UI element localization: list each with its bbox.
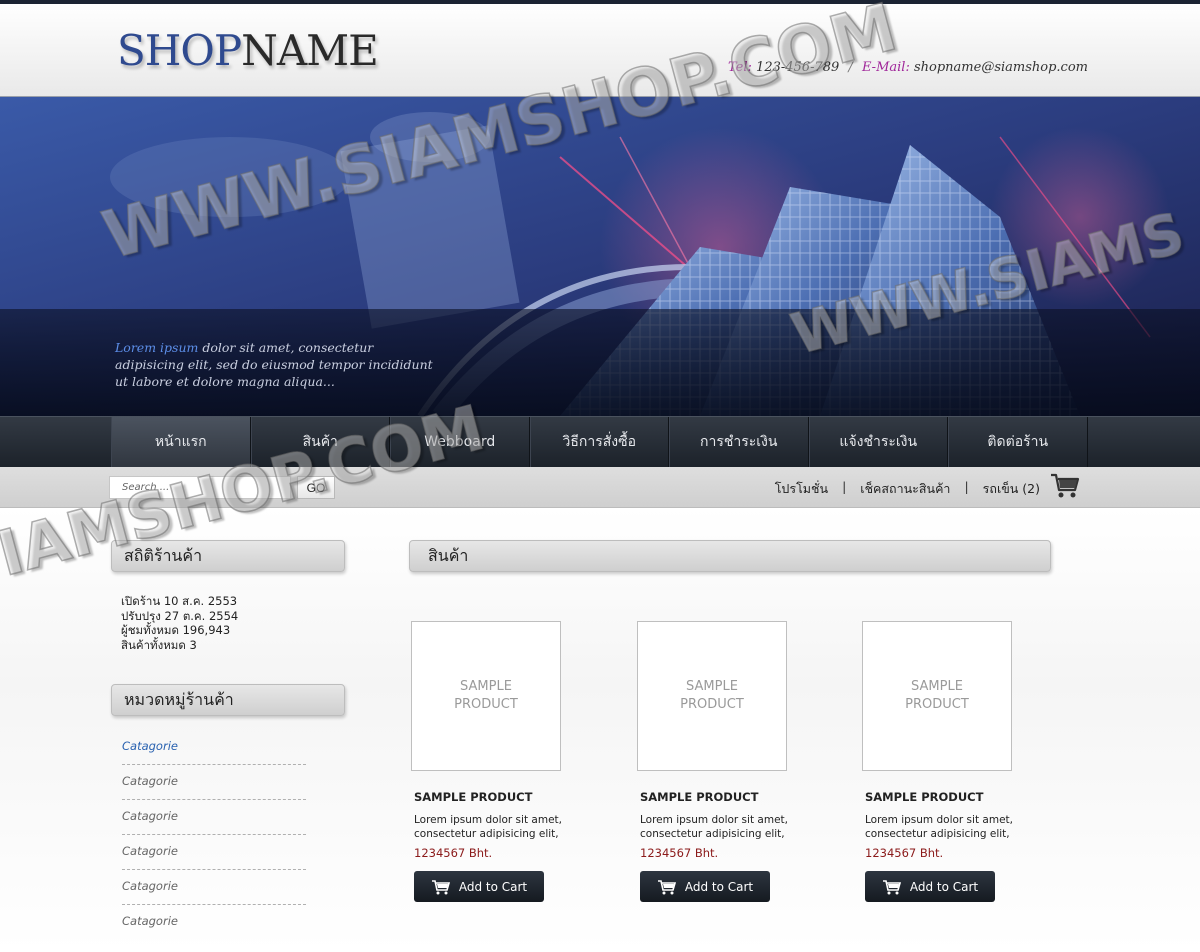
add-to-cart-label: Add to Cart — [684, 879, 754, 894]
category-list: Catagorie Catagorie Catagorie Catagorie … — [122, 730, 306, 940]
stat-products: สินค้าทั้งหมด 3 — [121, 637, 197, 652]
logo-shop-text: SHOP — [117, 26, 242, 75]
stat-updated: ปรับปรุง 27 ต.ค. 2554 — [121, 608, 239, 623]
stat-visitors: ผู้ชมทั้งหมด 196,943 — [121, 623, 231, 637]
shop-logo[interactable]: SHOPNAME — [117, 26, 379, 75]
product-thumbnail[interactable]: SAMPLE PRODUCT — [862, 621, 1012, 771]
categories-title: หมวดหมู่ร้านค้า — [111, 684, 345, 716]
thumb-text-line2: PRODUCT — [680, 697, 744, 712]
cart-link[interactable]: รถเข็น (2) — [983, 479, 1040, 499]
nav-item-payment-notify[interactable]: แจ้งชำระเงิน — [808, 417, 948, 467]
product-price: 1234567 Bht. — [640, 846, 719, 860]
banner-caption: Lorem ipsum dolor sit amet, consectetur … — [115, 339, 445, 390]
category-item[interactable]: Catagorie — [122, 730, 306, 765]
products-title: สินค้า — [409, 540, 1051, 572]
toolbar-separator: | — [964, 479, 969, 494]
stats-title: สถิติร้านค้า — [111, 540, 345, 572]
product-description: Lorem ipsum dolor sit amet, consectetur … — [414, 814, 562, 840]
category-item[interactable]: Catagorie — [122, 905, 306, 940]
category-item[interactable]: Catagorie — [122, 765, 306, 800]
product-description: Lorem ipsum dolor sit amet, consectetur … — [640, 814, 788, 840]
shop-stats: เปิดร้าน 10 ส.ค. 2553 ปรับปรุง 27 ต.ค. 2… — [121, 594, 238, 652]
product-name[interactable]: SAMPLE PRODUCT — [640, 790, 817, 804]
hero-banner: Lorem ipsum dolor sit amet, consectetur … — [0, 97, 1200, 416]
nav-item-payment[interactable]: การชำระเงิน — [669, 417, 809, 467]
add-to-cart-label: Add to Cart — [909, 879, 979, 894]
email-value[interactable]: shopname@siamshop.com — [914, 60, 1088, 75]
thumb-text-line1: SAMPLE — [686, 679, 738, 694]
banner-caption-highlight: Lorem ipsum — [115, 340, 199, 355]
nav-item-home[interactable]: หน้าแรก — [111, 417, 251, 467]
product-name[interactable]: SAMPLE PRODUCT — [414, 790, 591, 804]
nav-item-contact[interactable]: ติดต่อร้าน — [948, 417, 1088, 467]
main-nav: หน้าแรก สินค้า Webboard วิธีการสั่งซื้อ … — [0, 416, 1200, 467]
add-to-cart-label: Add to Cart — [458, 879, 528, 894]
contact-info: Tel: 123-456-789 / E-Mail: shopname@siam… — [728, 60, 1088, 75]
thumb-text-line1: SAMPLE — [911, 679, 963, 694]
search-toolbar: GO โปรโมชั่น | เช็คสถานะสินค้า | รถเข็น … — [0, 467, 1200, 508]
tel-value: 123-456-789 — [756, 60, 840, 75]
thumb-text-line2: PRODUCT — [905, 697, 969, 712]
contact-separator: / — [848, 60, 853, 75]
cart-icon — [431, 879, 450, 894]
product-description: Lorem ipsum dolor sit amet, consectetur … — [865, 814, 1013, 840]
search-input[interactable] — [109, 476, 291, 499]
product-price: 1234567 Bht. — [865, 846, 944, 860]
product-card: SAMPLE PRODUCT SAMPLE PRODUCT Lorem ipsum… — [637, 621, 817, 902]
cart-icon — [657, 879, 676, 894]
product-thumbnail[interactable]: SAMPLE PRODUCT — [411, 621, 561, 771]
product-card: SAMPLE PRODUCT SAMPLE PRODUCT Lorem ipsum… — [411, 621, 591, 902]
product-thumbnail[interactable]: SAMPLE PRODUCT — [637, 621, 787, 771]
toolbar-links: โปรโมชั่น | เช็คสถานะสินค้า | รถเข็น (2) — [775, 479, 1040, 499]
promotion-link[interactable]: โปรโมชั่น — [775, 479, 828, 499]
stat-opened: เปิดร้าน 10 ส.ค. 2553 — [121, 594, 238, 608]
product-name[interactable]: SAMPLE PRODUCT — [865, 790, 1042, 804]
cart-icon — [882, 879, 901, 894]
cart-icon[interactable] — [1050, 472, 1080, 500]
email-label: E-Mail: — [861, 60, 910, 75]
logo-name-text: NAME — [241, 26, 379, 75]
category-item[interactable]: Catagorie — [122, 870, 306, 905]
order-status-link[interactable]: เช็คสถานะสินค้า — [860, 479, 950, 499]
product-price: 1234567 Bht. — [414, 846, 493, 860]
nav-item-products[interactable]: สินค้า — [250, 417, 390, 467]
tel-label: Tel: — [728, 60, 752, 75]
add-to-cart-button[interactable]: Add to Cart — [865, 871, 995, 902]
site-header: SHOPNAME Tel: 123-456-789 / E-Mail: shop… — [0, 0, 1200, 97]
product-card: SAMPLE PRODUCT SAMPLE PRODUCT Lorem ipsum… — [862, 621, 1042, 902]
nav-item-webboard[interactable]: Webboard — [390, 417, 530, 467]
nav-item-how-to-order[interactable]: วิธีการสั่งซื้อ — [529, 417, 669, 467]
category-item[interactable]: Catagorie — [122, 835, 306, 870]
search-go-button[interactable]: GO — [297, 476, 335, 499]
category-item[interactable]: Catagorie — [122, 800, 306, 835]
add-to-cart-button[interactable]: Add to Cart — [640, 871, 770, 902]
toolbar-separator: | — [842, 479, 847, 494]
thumb-text-line1: SAMPLE — [460, 679, 512, 694]
thumb-text-line2: PRODUCT — [454, 697, 518, 712]
add-to-cart-button[interactable]: Add to Cart — [414, 871, 544, 902]
